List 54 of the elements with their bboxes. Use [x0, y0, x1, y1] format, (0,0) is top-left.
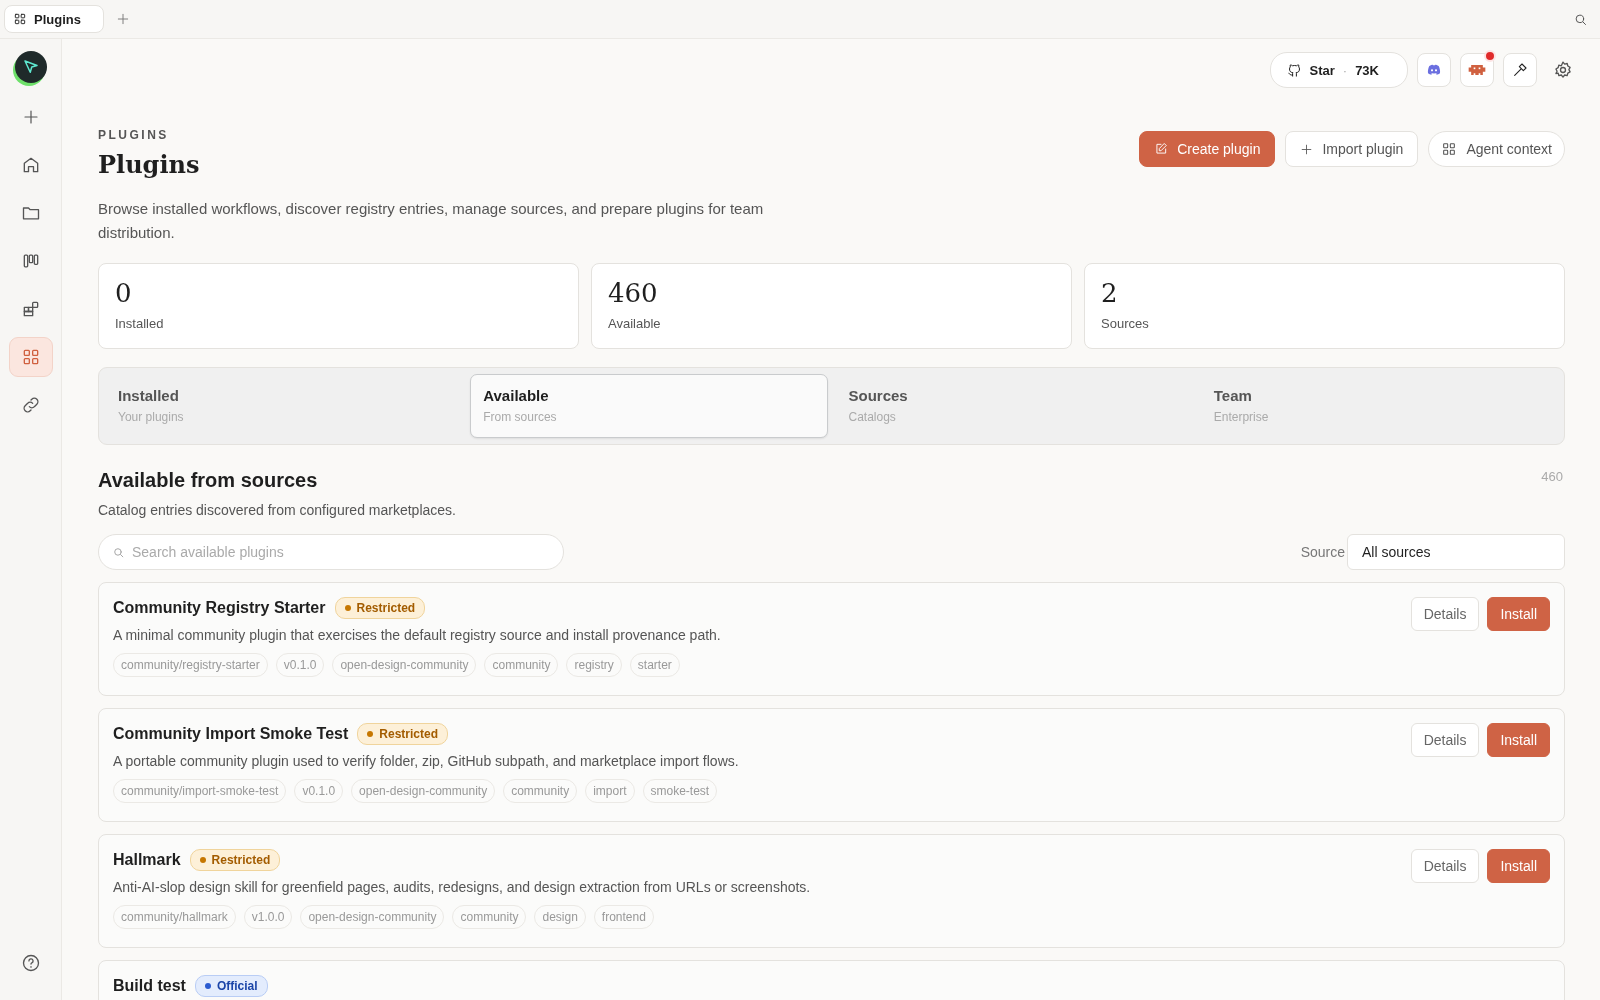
stat-label: Available — [608, 316, 661, 331]
hammer-icon — [1512, 62, 1528, 78]
status-badge: Restricted — [334, 597, 426, 619]
search-field[interactable]: Search available plugins — [98, 534, 564, 570]
hammer-button[interactable] — [1503, 53, 1537, 87]
grid-icon[interactable] — [8, 337, 53, 377]
install-button[interactable]: Install — [1487, 723, 1550, 757]
stat-label: Installed — [115, 316, 164, 331]
stat-value: 460 — [608, 278, 659, 308]
filter-tab[interactable]: Team Enterprise — [1200, 374, 1558, 438]
stat-label: Sources — [1101, 316, 1149, 331]
grid-icon — [13, 12, 27, 26]
help-icon[interactable] — [20, 953, 41, 973]
plugin-name: Community Registry Starter — [113, 599, 326, 617]
page-eyebrow: PLUGINS — [98, 128, 170, 142]
details-button[interactable]: Details — [1410, 723, 1480, 757]
plugin-description: Anti-AI-slop design skill for greenfield pages, audits, redesigns, and design extraction from URLs or screenshots. — [113, 879, 811, 895]
status-badge: Restricted — [357, 723, 448, 745]
status-badge: Restricted — [189, 849, 281, 871]
stat-value: 0 — [115, 278, 133, 308]
filter-tab[interactable]: Available From sources — [470, 374, 828, 438]
edit-icon — [1154, 142, 1169, 156]
page-title: Plugins — [98, 150, 200, 179]
plus-icon — [1300, 142, 1314, 156]
window-tab[interactable]: Plugins — [4, 5, 104, 33]
robot-icon — [1467, 62, 1487, 78]
install-button[interactable]: Install — [1487, 849, 1550, 883]
result-count: 460 — [1541, 469, 1563, 484]
stat-value: 2 — [1101, 278, 1119, 308]
app-logo[interactable] — [14, 51, 47, 83]
import-plugin-button[interactable]: Import plugin — [1285, 131, 1419, 167]
plugin-description: A minimal community plugin that exercises the default registry source and install provenance path. — [113, 627, 721, 643]
source-select[interactable]: All sources — [1347, 534, 1565, 570]
details-button[interactable]: Details — [1410, 849, 1480, 883]
grid-icon — [1441, 141, 1458, 157]
section-title: Available from sources — [98, 469, 318, 492]
github-icon — [1286, 62, 1302, 78]
section-subtitle: Catalog entries discovered from configured marketplaces. — [98, 502, 457, 518]
page-description: Browse installed workflows, discover registry entries, manage sources, and prepare plugins for team distribution. — [98, 199, 765, 243]
plugin-name: Hallmark — [113, 851, 181, 869]
plugin-name: Build test — [113, 977, 186, 995]
create-plugin-button[interactable]: Create plugin — [1139, 131, 1276, 167]
agent-context-button[interactable]: Agent context — [1428, 131, 1565, 167]
filter-tab[interactable]: Sources Catalogs — [835, 374, 1193, 438]
details-button[interactable]: Details — [1410, 597, 1480, 631]
status-badge: Official — [194, 975, 268, 997]
filter-tab[interactable]: Installed Your plugins — [105, 374, 463, 438]
source-label: Source — [1300, 544, 1345, 560]
install-button[interactable]: Install — [1487, 597, 1550, 631]
github-star-button[interactable]: Star · 73K — [1269, 52, 1408, 88]
robot-button[interactable] — [1460, 53, 1494, 87]
plugin-name: Community Import Smoke Test — [113, 725, 349, 743]
plugin-description: A portable community plugin used to verify folder, zip, GitHub subpath, and marketplace import flows. — [113, 753, 739, 769]
chat-button[interactable] — [1417, 53, 1451, 87]
